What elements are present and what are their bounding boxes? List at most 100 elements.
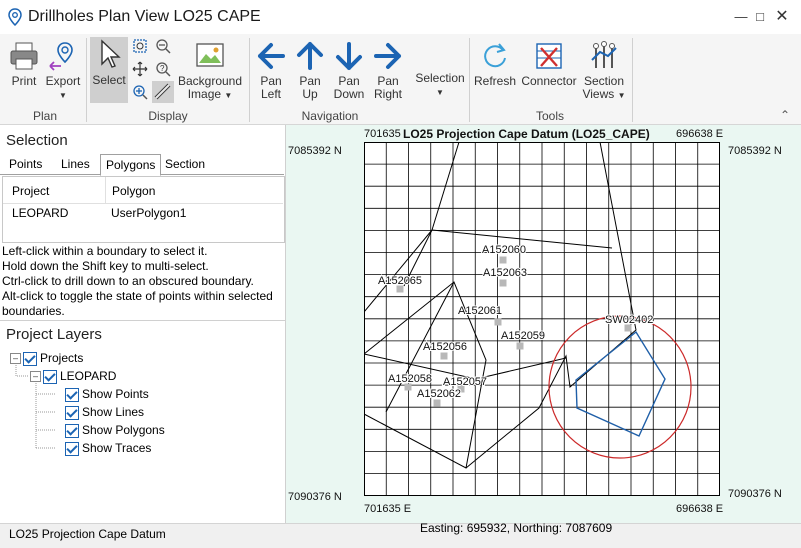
- tab-polygons[interactable]: Polygons: [100, 154, 162, 176]
- export-button[interactable]: Export ▼: [44, 40, 82, 102]
- tree-item-projects[interactable]: – Projects: [10, 349, 83, 367]
- move-icon[interactable]: [132, 61, 148, 77]
- easting-min-top-label: 701635: [364, 128, 401, 140]
- easting-max-bottom-label: 696638 E: [676, 503, 724, 515]
- pan-down-label-2: Down: [333, 87, 365, 101]
- drillhole-marker[interactable]: [433, 399, 441, 407]
- cursor-arrow-icon: [101, 39, 121, 68]
- column-header-project[interactable]: Project: [12, 184, 49, 198]
- ribbon-separator: [469, 38, 470, 122]
- checkbox-leopard[interactable]: [43, 369, 57, 384]
- arrow-up-icon: [297, 42, 323, 70]
- zoom-in-icon[interactable]: [132, 84, 148, 100]
- drillhole-label: SW02402: [605, 314, 653, 326]
- status-cursor-coordinates: Easting: 695932, Northing: 7087609: [420, 521, 613, 535]
- pan-left-label-2: Left: [260, 87, 281, 101]
- ribbon-separator: [249, 38, 250, 122]
- tree-label-show-traces: Show Traces: [82, 441, 152, 455]
- background-image-label-2: Image: [187, 87, 222, 101]
- export-pin-icon: [49, 42, 73, 71]
- drillhole-label: A152065: [378, 275, 422, 287]
- ribbon-separator: [632, 38, 633, 122]
- tab-lines[interactable]: Lines: [56, 154, 95, 174]
- pan-right-button[interactable]: Pan Right: [370, 40, 406, 102]
- plan-map[interactable]: A152060 A152063 A152065 A152061 A152059 SW024…: [364, 142, 720, 496]
- drillhole-marker[interactable]: [516, 342, 524, 350]
- drillhole-label: A152060: [482, 244, 526, 256]
- help-line: boundaries.: [2, 304, 65, 318]
- connector-icon: [536, 43, 562, 69]
- collapse-ribbon-icon[interactable]: ⌃: [780, 108, 790, 122]
- background-image-button[interactable]: Background Image ▼: [176, 40, 244, 102]
- easting-max-top-label: 696638 E: [676, 128, 724, 140]
- chevron-down-icon: ▼: [59, 91, 67, 100]
- pan-up-button[interactable]: Pan Up: [293, 40, 327, 102]
- tree-item-show-points[interactable]: Show Points: [65, 385, 149, 403]
- drillhole-label: A152061: [458, 305, 502, 317]
- selection-label: Selection: [415, 71, 465, 85]
- panel-divider: [0, 320, 285, 321]
- pan-up-label-2: Up: [302, 87, 318, 101]
- select-button[interactable]: Select: [90, 37, 128, 103]
- close-button[interactable]: ✕: [767, 6, 797, 28]
- refresh-button[interactable]: Refresh: [474, 40, 516, 90]
- map-title: LO25 Projection Cape Datum (LO25_CAPE): [403, 127, 650, 141]
- group-navigation-label: Navigation: [301, 109, 359, 123]
- collapse-icon[interactable]: –: [30, 371, 41, 383]
- tree-label-show-lines: Show Lines: [82, 405, 145, 419]
- tree-item-show-traces[interactable]: Show Traces: [65, 439, 151, 457]
- checkbox-show-lines[interactable]: [65, 405, 79, 420]
- section-views-button[interactable]: Section Views ▼: [580, 40, 628, 102]
- tree-item-show-lines[interactable]: Show Lines: [65, 403, 144, 421]
- table-cell-project: LEOPARD: [12, 206, 69, 220]
- checkbox-show-polygons[interactable]: [65, 423, 79, 438]
- group-tools-label: Tools: [535, 109, 564, 123]
- section-views-label-2: Views: [582, 87, 615, 101]
- column-header-polygon[interactable]: Polygon: [112, 184, 155, 198]
- zoom-extent-icon[interactable]: [132, 38, 148, 54]
- tree-item-leopard[interactable]: – LEOPARD: [30, 367, 116, 385]
- drillhole-marker[interactable]: [494, 318, 502, 326]
- pan-left-button[interactable]: Pan Left: [254, 40, 288, 102]
- chevron-down-icon: ▼: [436, 88, 444, 97]
- chevron-down-icon: ▼: [617, 91, 626, 100]
- measure-button[interactable]: [152, 81, 174, 103]
- tab-points[interactable]: Points: [4, 154, 47, 174]
- northing-bottom-left-label: 7090376 N: [288, 491, 342, 503]
- tree-label-show-points: Show Points: [82, 387, 149, 401]
- drillhole-marker[interactable]: [440, 352, 448, 360]
- select-label: Select: [92, 73, 126, 87]
- table-row[interactable]: LEOPARD UserPolygon1: [3, 204, 283, 224]
- selection-dropdown-button[interactable]: Selection ▼: [412, 72, 468, 102]
- pan-down-button[interactable]: Pan Down: [331, 40, 367, 102]
- title-bar: Drillholes Plan View LO25 CAPE — □ ✕: [0, 0, 801, 34]
- connector-label: Connector: [521, 74, 577, 88]
- checkbox-show-points[interactable]: [65, 387, 79, 402]
- print-button[interactable]: Print: [6, 40, 42, 100]
- tab-section[interactable]: Section: [160, 154, 210, 174]
- checkbox-show-traces[interactable]: [65, 441, 79, 456]
- drillhole-marker[interactable]: [499, 256, 507, 264]
- selection-panel-title: Selection: [6, 132, 68, 149]
- drillhole-marker[interactable]: [499, 279, 507, 287]
- checkbox-projects[interactable]: [23, 351, 37, 366]
- northing-top-right-label: 7085392 N: [728, 145, 782, 157]
- help-line: Alt-click to toggle the state of points …: [2, 289, 273, 303]
- tree-label-projects: Projects: [40, 351, 84, 365]
- collapse-icon[interactable]: –: [10, 353, 21, 365]
- section-views-icon: [591, 41, 617, 68]
- connector-button[interactable]: Connector: [520, 40, 578, 90]
- arrow-left-icon: [258, 43, 285, 69]
- identify-icon[interactable]: ?: [155, 61, 171, 77]
- tree-item-show-polygons[interactable]: Show Polygons: [65, 421, 165, 439]
- tree-label-leopard: LEOPARD: [60, 369, 117, 383]
- zoom-out-icon[interactable]: [155, 38, 171, 54]
- help-line: Hold down the Shift key to multi-select.: [2, 259, 209, 273]
- window-title: Drillholes Plan View LO25 CAPE: [28, 8, 261, 25]
- svg-text:?: ?: [160, 64, 165, 73]
- drillhole-label: A152059: [501, 330, 545, 342]
- printer-icon: [10, 42, 38, 70]
- print-label: Print: [11, 74, 37, 88]
- refresh-label: Refresh: [474, 74, 517, 88]
- group-plan-label: Plan: [32, 109, 58, 123]
